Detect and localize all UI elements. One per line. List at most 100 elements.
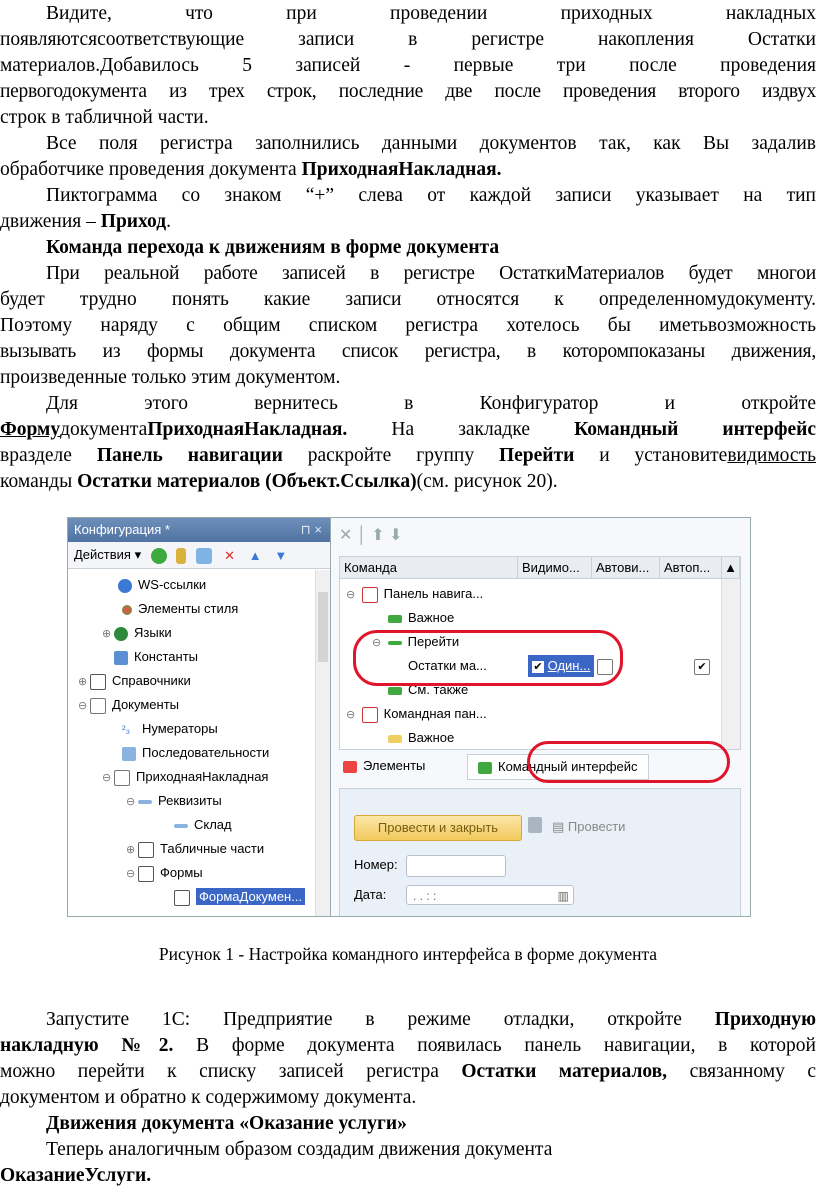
tree-item-documents[interactable]: ⊖ Документы (78, 694, 179, 716)
p4-line4: вызывать из формы документа список регис… (0, 341, 816, 362)
tree-item-catalogs[interactable]: ⊕ Справочники (78, 670, 191, 692)
tree-item-attributes[interactable]: ⊖ Реквизиты (126, 790, 222, 812)
tree-label: Табличные части (160, 841, 265, 856)
tree-label: Документы (112, 697, 180, 712)
row-important[interactable]: Важное (388, 607, 454, 629)
command-interface-icon (478, 761, 492, 774)
attribute-icon (174, 823, 188, 828)
p3-text: движения – (0, 211, 101, 232)
p5-goto-group: Перейти (498, 445, 575, 466)
move-down-icon[interactable]: ▼ (273, 548, 289, 564)
p6-bold-b: накладную №2. (0, 1035, 174, 1056)
tree-item-numerators[interactable]: ²₃ Нумераторы (122, 718, 218, 740)
documents-icon (90, 697, 106, 714)
collapse-icon[interactable]: ⊖ (102, 767, 114, 789)
post-and-close-button[interactable]: Провести и закрыть (354, 815, 522, 841)
date-input[interactable]: . . : : ▥ (406, 885, 574, 905)
config-screenshot: Конфигурация * ⊓ × Действия ▾ ✕ ▲ ▼ WS-с… (67, 517, 751, 917)
p4-line5: произведенные только этим документом. (0, 367, 341, 388)
panel-icon (361, 706, 378, 723)
p5-text-a: На закладке (347, 419, 575, 440)
tree-item-warehouse[interactable]: Склад (174, 814, 232, 836)
collapse-icon[interactable]: ⊖ (126, 791, 138, 813)
configuration-panel: Конфигурация * ⊓ × Действия ▾ ✕ ▲ ▼ WS-с… (68, 518, 331, 916)
group-icon (388, 734, 402, 743)
heading-navigation-command: Команда перехода к движениям в форме док… (46, 237, 500, 258)
save-icon[interactable] (528, 817, 542, 833)
tree-item-ws-links[interactable]: WS-ссылки (118, 574, 206, 596)
grid-scrollbar[interactable] (721, 579, 740, 749)
add-icon[interactable] (150, 547, 167, 564)
edit-icon[interactable] (176, 547, 187, 564)
tree-label: WS-ссылки (138, 577, 207, 592)
highlight-goto-oval (353, 630, 623, 686)
collapse-icon[interactable]: ⊖ (346, 704, 358, 726)
p3-bold: Приход (100, 211, 167, 232)
copy-icon[interactable] (195, 547, 212, 564)
collapse-icon[interactable]: ⊖ (78, 695, 90, 717)
expand-icon[interactable]: ⊕ (126, 839, 138, 861)
tree-label: Константы (134, 649, 198, 664)
p2-line2: обработчике проведения документа Приходн… (0, 157, 816, 183)
p2-doc-name: ПриходнаяНакладная. (301, 159, 502, 180)
p5-fig-ref: (см. рисунок 20). (416, 471, 558, 492)
tree-item-tabular-sections[interactable]: ⊕ Табличные части (126, 838, 264, 860)
tree-scrollbar[interactable] (315, 570, 330, 916)
auto-position-checkbox[interactable]: ✔ (694, 659, 710, 675)
p5-form-word: Форму (0, 419, 61, 440)
col-auto-visibility[interactable]: Автови... (592, 557, 660, 579)
p5-nav-panel: Панель навигации (96, 445, 283, 466)
date-label: Дата: (354, 887, 387, 902)
number-input[interactable] (406, 855, 506, 877)
p5-command-name: Остатки материалов (Объект.Ссылка) (77, 471, 417, 492)
elements-icon (343, 760, 357, 773)
tree-item-forms[interactable]: ⊖ Формы (126, 862, 203, 884)
pin-close-icon[interactable]: ⊓ × (301, 518, 322, 542)
tree-item-languages[interactable]: ⊕ Языки (102, 622, 172, 644)
p6-bold-c: Остатки материалов, (461, 1061, 668, 1082)
tree-item-constants[interactable]: Константы (102, 646, 198, 668)
expand-icon[interactable]: ⊕ (102, 623, 114, 645)
delete-icon[interactable]: ✕ (222, 548, 238, 564)
col-visibility[interactable]: Видимо... (518, 557, 592, 579)
catalog-icon (90, 673, 106, 690)
tab-elements[interactable]: Элементы (343, 754, 425, 778)
tree-item-style-elements[interactable]: Элементы стиля (122, 598, 238, 620)
collapse-icon[interactable]: ⊖ (346, 584, 358, 606)
tree-item-document-form[interactable]: ФормаДокумен... (174, 886, 306, 908)
row-label: Панель навига... (383, 586, 484, 601)
form-icon (138, 865, 154, 882)
row-important-2[interactable]: Важное (388, 727, 454, 749)
panel-icon (361, 586, 378, 603)
p4-line3: Поэтому наряду с общим списком регистра … (0, 315, 816, 336)
row-command-panel[interactable]: ⊖ Командная пан... (346, 703, 487, 725)
delete-icon[interactable]: ✕ (339, 527, 352, 544)
tree-item-sequences[interactable]: Последовательности (122, 742, 269, 764)
collapse-icon[interactable]: ⊖ (126, 863, 138, 885)
p5-tab-name: Командный интерфейс (574, 419, 816, 440)
col-command[interactable]: Команда (340, 557, 518, 579)
scroll-up-icon[interactable]: ▲ (722, 557, 740, 579)
move-up-icon[interactable]: ⬆ (371, 527, 384, 544)
tree-label: Нумераторы (142, 721, 218, 736)
p1-line5: строк в табличной части. (0, 107, 209, 128)
tree-label: Последовательности (142, 745, 270, 760)
col-auto-position[interactable]: Автоп... (660, 557, 722, 579)
p3-line1: Пиктограмма со знаком “+” слева от каждо… (46, 185, 816, 206)
expand-icon[interactable]: ⊕ (78, 671, 90, 693)
p1-line3: материалов.Добавилось 5 записей - первые… (0, 55, 816, 76)
move-down-icon[interactable]: ⬇ (389, 527, 402, 544)
number-label: Номер: (354, 857, 398, 872)
move-up-icon[interactable]: ▲ (247, 548, 263, 564)
command-interface-panel: ✕ │ ⬆ ⬇ Команда Видимо... Автови... Авто… (331, 518, 750, 916)
p6-line4: документом и обратно к содержимому докум… (0, 1087, 417, 1108)
calendar-icon[interactable]: ▥ (558, 886, 569, 906)
scrollbar-thumb[interactable] (318, 592, 328, 662)
actions-menu-button[interactable]: Действия ▾ (74, 547, 141, 562)
row-nav-panel[interactable]: ⊖ Панель навига... (346, 583, 483, 605)
tree-item-receipt-invoice[interactable]: ⊖ ПриходнаяНакладная (102, 766, 268, 788)
sequence-icon (122, 746, 136, 761)
languages-icon (114, 626, 128, 641)
post-button[interactable]: ▤ Провести (552, 815, 625, 839)
p6-line2: накладную №2. В форме документа появилас… (0, 1033, 816, 1059)
